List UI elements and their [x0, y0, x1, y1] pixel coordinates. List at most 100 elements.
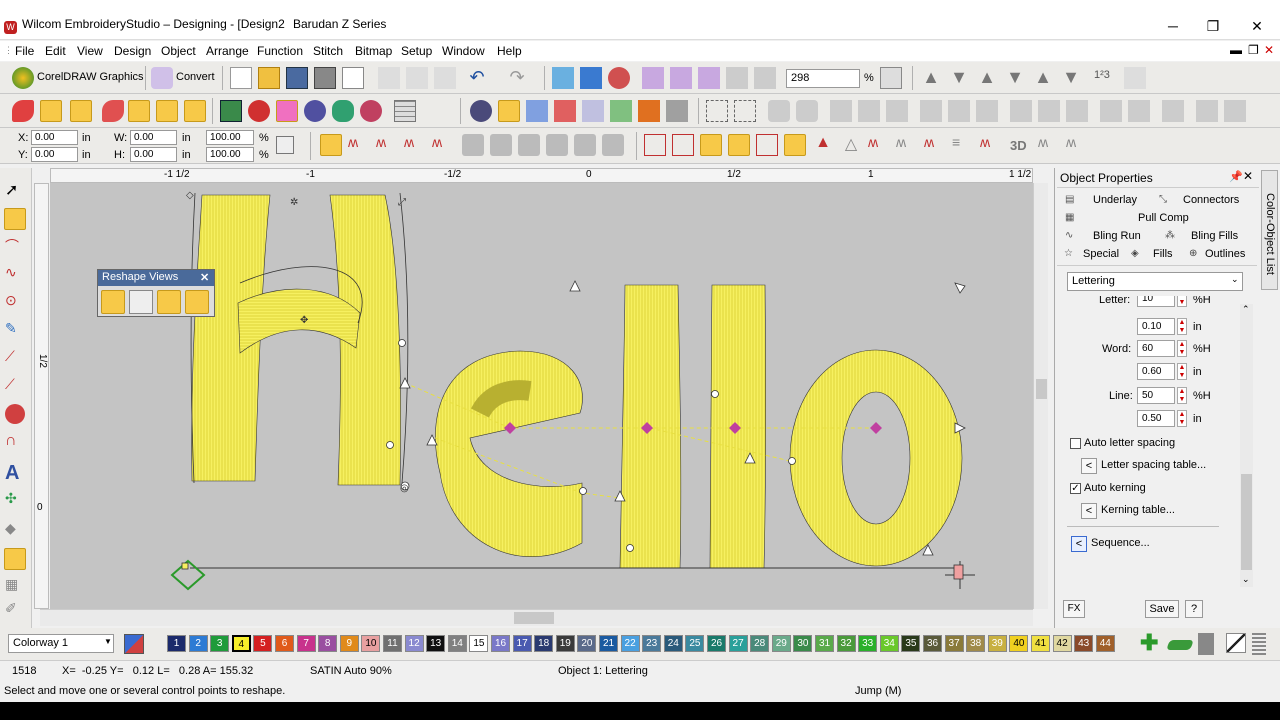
- horizontal-scroll-thumb[interactable]: [514, 612, 554, 624]
- circle-tool-icon[interactable]: [5, 404, 25, 424]
- palette-color-19[interactable]: 19: [555, 635, 575, 652]
- triangle-icon[interactable]: ▲: [812, 134, 834, 156]
- tab-outlines[interactable]: Outlines: [1205, 246, 1245, 263]
- right-anchor-point[interactable]: [945, 561, 975, 589]
- line-tool-icon[interactable]: ⟋: [5, 348, 27, 370]
- stop-icon[interactable]: [608, 67, 630, 89]
- mirror2-icon[interactable]: [858, 100, 880, 122]
- paste-icon[interactable]: [434, 67, 456, 89]
- convert-button[interactable]: Convert: [176, 71, 215, 83]
- select-icon[interactable]: ➚: [5, 180, 27, 202]
- heart-icon[interactable]: [276, 100, 298, 122]
- wave-tool-icon[interactable]: ∿: [5, 264, 27, 286]
- tool-b-icon[interactable]: [670, 67, 692, 89]
- menu-view[interactable]: View: [77, 44, 103, 58]
- align-bottom-icon[interactable]: [1066, 100, 1088, 122]
- palette-color-33[interactable]: 33: [858, 635, 878, 652]
- palette-color-18[interactable]: 18: [534, 635, 554, 652]
- letter-pct-spinner[interactable]: ▲▼: [1177, 296, 1187, 307]
- align-right-icon[interactable]: [976, 100, 998, 122]
- palette-color-30[interactable]: 30: [793, 635, 813, 652]
- help-button[interactable]: ?: [1185, 600, 1203, 618]
- palette-color-29[interactable]: 29: [771, 635, 791, 652]
- palette-color-41[interactable]: 41: [1031, 635, 1050, 652]
- effect-c-icon[interactable]: [700, 134, 722, 156]
- tool-e-icon[interactable]: [754, 67, 776, 89]
- colors-icon[interactable]: [526, 100, 548, 122]
- scroll-down-icon[interactable]: ⌄: [1242, 574, 1250, 585]
- palette-color-25[interactable]: 25: [685, 635, 705, 652]
- lettering-dropdown[interactable]: Lettering: [1067, 272, 1243, 291]
- unlock-icon[interactable]: [796, 100, 818, 122]
- props-close-icon[interactable]: ✕: [1243, 169, 1253, 183]
- palette-color-42[interactable]: 42: [1052, 635, 1072, 652]
- maximize-button[interactable]: ❐: [1190, 14, 1236, 38]
- diamond-tool-icon[interactable]: ◆: [5, 520, 27, 542]
- align-middle-icon[interactable]: [1038, 100, 1060, 122]
- align-icon[interactable]: [666, 100, 688, 122]
- design-canvas[interactable]: ◇ ✲ ⤢ ◎ ✥ Reshape Views ✕: [50, 183, 1033, 609]
- reshape-views-close[interactable]: ✕: [200, 271, 209, 284]
- satin-fill-icon[interactable]: [40, 100, 62, 122]
- palette-color-43[interactable]: 43: [1074, 635, 1094, 652]
- copy-icon[interactable]: [406, 67, 428, 89]
- letter-in-spinner[interactable]: ▲ ▼: [1177, 318, 1187, 335]
- palette-color-17[interactable]: 17: [512, 635, 532, 652]
- mdi-minimize-button[interactable]: ▬: [1230, 43, 1242, 57]
- color-palette-icon[interactable]: [124, 634, 144, 654]
- palette-color-9[interactable]: 9: [339, 635, 359, 652]
- palette-color-24[interactable]: 24: [663, 635, 683, 652]
- print-icon[interactable]: [314, 67, 336, 89]
- mdi-restore-button[interactable]: ❐: [1248, 43, 1259, 57]
- arrow-down3-icon[interactable]: ▼: [1060, 67, 1082, 89]
- kerning-table-label[interactable]: Kerning table...: [1101, 504, 1175, 516]
- new-icon[interactable]: [230, 67, 252, 89]
- palette-color-8[interactable]: 8: [318, 635, 338, 652]
- menu-function[interactable]: Function: [257, 44, 303, 58]
- no-color-icon[interactable]: [1226, 633, 1246, 653]
- properties-icon[interactable]: [498, 100, 520, 122]
- stitch-g-icon[interactable]: ʍ: [868, 134, 890, 156]
- settings-gear-icon[interactable]: [470, 100, 492, 122]
- arrow-up3-icon[interactable]: ▲: [1032, 67, 1054, 89]
- menu-bitmap[interactable]: Bitmap: [355, 44, 392, 58]
- size-icon[interactable]: [1196, 100, 1218, 122]
- fill-stitch-icon[interactable]: [462, 134, 484, 156]
- size2-icon[interactable]: [1224, 100, 1246, 122]
- grid-icon[interactable]: [394, 100, 416, 122]
- zigzag-stitch-icon[interactable]: [320, 134, 342, 156]
- menu-arrange[interactable]: Arrange: [206, 44, 249, 58]
- tab-connectors[interactable]: Connectors: [1183, 192, 1239, 209]
- palette-color-3[interactable]: 3: [210, 635, 230, 652]
- travel-icon[interactable]: [552, 67, 574, 89]
- arrow-down2-icon[interactable]: ▼: [1004, 67, 1026, 89]
- sequence-icon[interactable]: [1124, 67, 1146, 89]
- word-in-spinner[interactable]: ▲ ▼: [1177, 363, 1187, 380]
- palette-color-27[interactable]: 27: [728, 635, 748, 652]
- colorway-chevron-icon[interactable]: ▼: [104, 637, 112, 646]
- palette-color-12[interactable]: 12: [404, 635, 424, 652]
- tool-a-icon[interactable]: [642, 67, 664, 89]
- reshape-icon[interactable]: [4, 208, 26, 230]
- palette-color-26[interactable]: 26: [707, 635, 726, 652]
- stitch-j-icon[interactable]: ≡: [952, 134, 974, 156]
- stitch-m-icon[interactable]: ʍ: [1066, 134, 1088, 156]
- y-input[interactable]: 0.00: [31, 147, 78, 162]
- zoom-input[interactable]: 298: [786, 69, 860, 88]
- palette-color-40[interactable]: 40: [1009, 635, 1029, 652]
- print-preview-icon[interactable]: [342, 67, 364, 89]
- menu-edit[interactable]: Edit: [45, 44, 66, 58]
- palette-color-36[interactable]: 36: [923, 635, 942, 652]
- 3d-button[interactable]: 3D: [1010, 138, 1027, 153]
- letter-in-input[interactable]: 0.10: [1137, 318, 1175, 335]
- frame-tool-icon[interactable]: [4, 548, 26, 570]
- word-pct-spinner[interactable]: ▲ ▼: [1177, 340, 1187, 357]
- hexagon-icon[interactable]: [332, 100, 354, 122]
- knife-icon[interactable]: ✎: [5, 320, 27, 342]
- palette-color-34[interactable]: 34: [879, 635, 899, 652]
- palette-color-21[interactable]: 21: [599, 635, 618, 652]
- palette-color-11[interactable]: 11: [383, 635, 402, 652]
- fill4-stitch-icon[interactable]: [546, 134, 568, 156]
- auto-letter-spacing-checkbox[interactable]: [1070, 438, 1081, 449]
- appliqué-icon[interactable]: [248, 100, 270, 122]
